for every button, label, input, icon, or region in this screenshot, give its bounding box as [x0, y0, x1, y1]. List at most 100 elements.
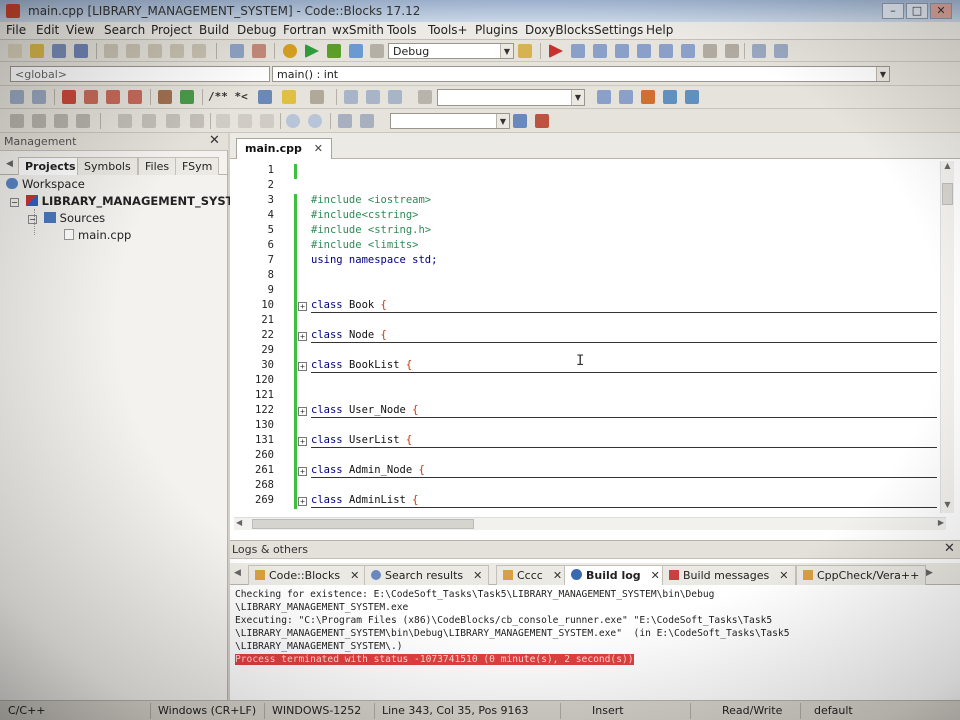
tree-file-main-cpp[interactable]: main.cpp [64, 228, 131, 242]
tab-scroll-left-icon[interactable]: ◀ [234, 568, 241, 578]
align-icon-2[interactable] [142, 114, 156, 128]
tab-fsymbols[interactable]: FSym [175, 157, 220, 175]
menu-edit[interactable]: Edit [36, 23, 59, 37]
save-all-icon[interactable] [74, 44, 88, 58]
fold-expand-icon[interactable]: + [298, 407, 307, 416]
step-out-icon[interactable] [637, 44, 651, 58]
copy-icon[interactable] [126, 44, 140, 58]
close-tab-icon[interactable]: ✕ [553, 569, 562, 582]
stop-debugger-icon[interactable] [725, 44, 739, 58]
highlight-marker-icon[interactable] [641, 90, 655, 104]
close-window-button[interactable]: ✕ [930, 3, 952, 19]
tab-projects[interactable]: Projects [18, 157, 83, 175]
zoom-in-icon[interactable] [286, 114, 300, 128]
tool-icon-1[interactable] [10, 114, 24, 128]
vertical-scroll-thumb[interactable] [942, 183, 953, 205]
tree-sources-folder[interactable]: − Sources [28, 211, 105, 225]
tab-cccc[interactable]: Cccc ✕ [496, 565, 570, 585]
doxy-help-icon[interactable] [282, 90, 296, 104]
fold-expand-icon[interactable]: + [298, 302, 307, 311]
tab-cppcheck[interactable]: CppCheck/Vera++ [796, 565, 927, 585]
tab-scroll-right-icon[interactable]: ▶ [926, 568, 933, 578]
abort-icon[interactable] [370, 44, 384, 58]
prev-bookmark-icon[interactable] [84, 90, 98, 104]
s-icon[interactable] [338, 114, 352, 128]
editor-tab-main-cpp[interactable]: main.cpp ✕ [236, 138, 332, 159]
close-tab-icon[interactable]: ✕ [350, 569, 359, 582]
collapse-icon[interactable]: − [28, 215, 37, 224]
next-bookmark-icon[interactable] [106, 90, 120, 104]
undo-icon[interactable] [170, 44, 184, 58]
clear-bookmarks-icon[interactable] [128, 90, 142, 104]
scroll-up-icon[interactable]: ▲ [941, 161, 954, 174]
align-icon-4[interactable] [190, 114, 204, 128]
align-icon-1[interactable] [118, 114, 132, 128]
rebuild-icon[interactable] [349, 44, 363, 58]
horizontal-scrollbar[interactable]: ◀ ▶ [234, 517, 946, 530]
nav-right-icon[interactable] [619, 90, 633, 104]
close-tab-icon[interactable]: ✕ [473, 569, 482, 582]
menu-search[interactable]: Search [104, 23, 145, 37]
scroll-down-icon[interactable]: ▼ [941, 500, 954, 513]
layout-icon-2[interactable] [238, 114, 252, 128]
tools-icon[interactable] [535, 114, 549, 128]
tab-scroll-left-icon[interactable]: ◀ [6, 159, 13, 169]
cut-icon[interactable] [104, 44, 118, 58]
paste-icon[interactable] [148, 44, 162, 58]
close-tab-icon[interactable]: ✕ [651, 569, 660, 582]
nav-left-icon[interactable] [597, 90, 611, 104]
menu-file[interactable]: File [6, 23, 26, 37]
tab-search-results[interactable]: Search results ✕ [364, 565, 490, 585]
scroll-right-icon[interactable]: ▶ [938, 518, 944, 527]
tool-icon-3[interactable] [54, 114, 68, 128]
vertical-scrollbar[interactable]: ▲ ▼ [940, 161, 954, 513]
menu-fortran[interactable]: Fortran [283, 23, 326, 37]
fold-expand-icon[interactable]: + [298, 437, 307, 446]
occurrences-icon[interactable] [663, 90, 677, 104]
debugging-windows-icon[interactable] [752, 44, 766, 58]
tab-symbols[interactable]: Symbols [77, 157, 138, 175]
step-into-icon[interactable] [615, 44, 629, 58]
forward-icon[interactable] [32, 90, 46, 104]
search-icon[interactable] [513, 114, 527, 128]
tool-icon-4[interactable] [76, 114, 90, 128]
tool-icon-2[interactable] [32, 114, 46, 128]
scope-select[interactable]: <global> [10, 66, 270, 82]
scroll-left-icon[interactable]: ◀ [236, 518, 242, 527]
tree-workspace[interactable]: Workspace [6, 177, 85, 191]
find-icon[interactable] [230, 44, 244, 58]
run-icon[interactable] [305, 44, 319, 58]
doxy-settings-icon[interactable] [310, 90, 324, 104]
tab-build-messages[interactable]: Build messages ✕ [662, 565, 796, 585]
jump-prev-icon[interactable] [344, 90, 358, 104]
menu-tools[interactable]: Tools [387, 23, 417, 37]
open-icon[interactable] [30, 44, 44, 58]
fold-expand-icon[interactable]: + [298, 362, 307, 371]
menu-settings[interactable]: Settings [594, 23, 643, 37]
zoom-icon[interactable] [685, 90, 699, 104]
step-into-instruction-icon[interactable] [681, 44, 695, 58]
fold-expand-icon[interactable]: + [298, 332, 307, 341]
minimize-button[interactable]: – [882, 3, 904, 19]
break-debugger-icon[interactable] [703, 44, 717, 58]
menu-doxyblocks[interactable]: DoxyBlocks [525, 23, 594, 37]
various-info-icon[interactable] [774, 44, 788, 58]
menu-plugins[interactable]: Plugins [475, 23, 518, 37]
menu-debug[interactable]: Debug [237, 23, 276, 37]
tab-files[interactable]: Files [138, 157, 177, 175]
zoom-out-icon[interactable] [308, 114, 322, 128]
fold-expand-icon[interactable]: + [298, 497, 307, 506]
tab-codeblocks-log[interactable]: Code::Blocks ✕ [248, 565, 367, 585]
build-target-select[interactable]: Debug ▼ [388, 43, 514, 59]
target-options-icon[interactable] [518, 44, 532, 58]
debug-start-icon[interactable] [549, 44, 563, 58]
thread-search-input[interactable]: ▼ [437, 89, 585, 106]
back-icon[interactable] [10, 90, 24, 104]
toggle-breakpoint-icon[interactable] [158, 90, 172, 104]
jump-next-icon[interactable] [388, 90, 402, 104]
doxy-comment-markers[interactable]: /** *< [208, 90, 248, 103]
fold-expand-icon[interactable]: + [298, 467, 307, 476]
tree-project[interactable]: − LIBRARY_MANAGEMENT_SYSTEM [10, 194, 253, 208]
menu-help[interactable]: Help [646, 23, 673, 37]
layout-icon-1[interactable] [216, 114, 230, 128]
